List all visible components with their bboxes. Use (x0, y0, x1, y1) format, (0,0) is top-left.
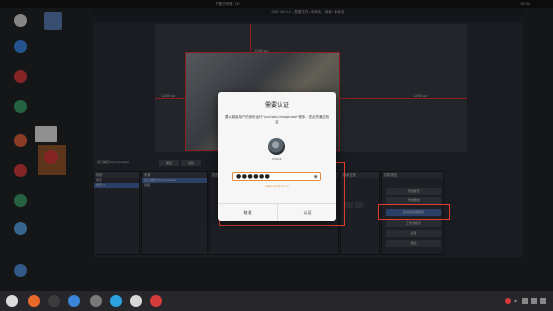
dock: 中 (0, 291, 553, 311)
password-mask: ●●●●●● (236, 173, 271, 180)
cancel-button[interactable]: 取消 (218, 204, 277, 221)
network-icon[interactable] (522, 298, 528, 304)
screen: 下载已完成（3） 15:32 OBS 26.0.2 - 配置文件: 未命名 - … (0, 0, 553, 311)
volume-icon[interactable] (531, 298, 537, 304)
authenticate-button[interactable]: 认证 (278, 204, 337, 221)
virtual-camera-highlight (378, 204, 450, 220)
tray-input-method[interactable]: 中 (514, 299, 517, 303)
telegram-icon[interactable] (110, 295, 122, 307)
launcher-icon[interactable] (6, 295, 18, 307)
user-avatar (268, 138, 285, 155)
firefox-icon[interactable] (28, 295, 40, 307)
auth-dialog: 需要认证 要以超级用户的身份运行"/usr/sbin/modprobe"程序，您… (218, 92, 336, 221)
tray-icon[interactable] (505, 298, 511, 304)
password-input[interactable]: ●●●●●● ◉ (232, 172, 321, 181)
power-icon[interactable] (540, 298, 546, 304)
dialog-username: IHACK (272, 157, 282, 161)
files-icon[interactable] (48, 295, 60, 307)
obs-icon[interactable] (150, 295, 162, 307)
show-password-icon[interactable]: ◉ (314, 174, 318, 180)
settings-icon[interactable] (90, 295, 102, 307)
dialog-title: 需要认证 (264, 102, 289, 109)
store-icon[interactable] (68, 295, 80, 307)
dialog-message: 要以超级用户的身份运行"/usr/sbin/modprobe"程序，您必须通过验… (225, 115, 329, 124)
wps-icon[interactable] (130, 295, 142, 307)
caps-lock-warning: Caps Lock is on (265, 184, 289, 188)
